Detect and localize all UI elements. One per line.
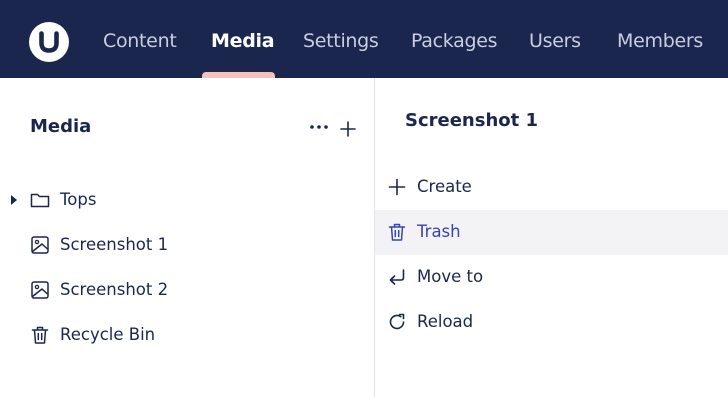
tree-item-tops[interactable]: Tops [0,178,374,223]
actions-panel: Screenshot 1 Create Trash Move to Reload [375,78,728,397]
tree-item-label: Tops [60,190,97,209]
nav-item-packages[interactable]: Packages [411,28,498,54]
tree-section-title: Media [30,116,92,137]
action-label: Trash [417,222,461,241]
trash-icon [387,222,407,242]
action-label: Create [417,177,472,196]
action-reload[interactable]: Reload [375,300,728,345]
tree-item-label: Screenshot 1 [60,235,169,254]
tree-item-screenshot-2[interactable]: Screenshot 2 [0,268,374,313]
expand-caret-icon[interactable] [11,195,17,205]
tree-item-label: Recycle Bin [60,325,156,344]
action-label: Reload [417,312,474,331]
nav-item-users[interactable]: Users [529,28,581,54]
tree-item-label: Screenshot 2 [60,280,169,299]
tree-item-screenshot-1[interactable]: Screenshot 1 [0,223,374,268]
folder-icon [30,190,50,210]
nav-item-members[interactable]: Members [617,28,703,54]
nav-item-settings[interactable]: Settings [303,28,379,54]
top-navigation-bar: Content Media Settings Packages Users Me… [0,0,728,78]
image-icon [30,280,50,300]
actions-panel-title: Screenshot 1 [405,110,539,131]
plus-icon[interactable] [337,118,359,140]
trash-icon [30,325,50,345]
plus-icon [387,177,407,197]
action-label: Move to [417,267,484,286]
action-move-to[interactable]: Move to [375,255,728,300]
nav-item-content[interactable]: Content [103,28,177,54]
reload-icon [387,312,407,332]
nav-item-media[interactable]: Media [211,28,275,54]
ellipsis-icon[interactable] [308,116,330,138]
action-create[interactable]: Create [375,165,728,210]
umbraco-logo-icon[interactable] [29,22,69,62]
media-tree-panel: Media Tops Screenshot 1 Screenshot 2 Rec… [0,78,374,397]
action-trash[interactable]: Trash [375,210,728,255]
tree-item-recycle-bin[interactable]: Recycle Bin [0,313,374,358]
image-icon [30,235,50,255]
move-arrow-icon [387,267,407,287]
